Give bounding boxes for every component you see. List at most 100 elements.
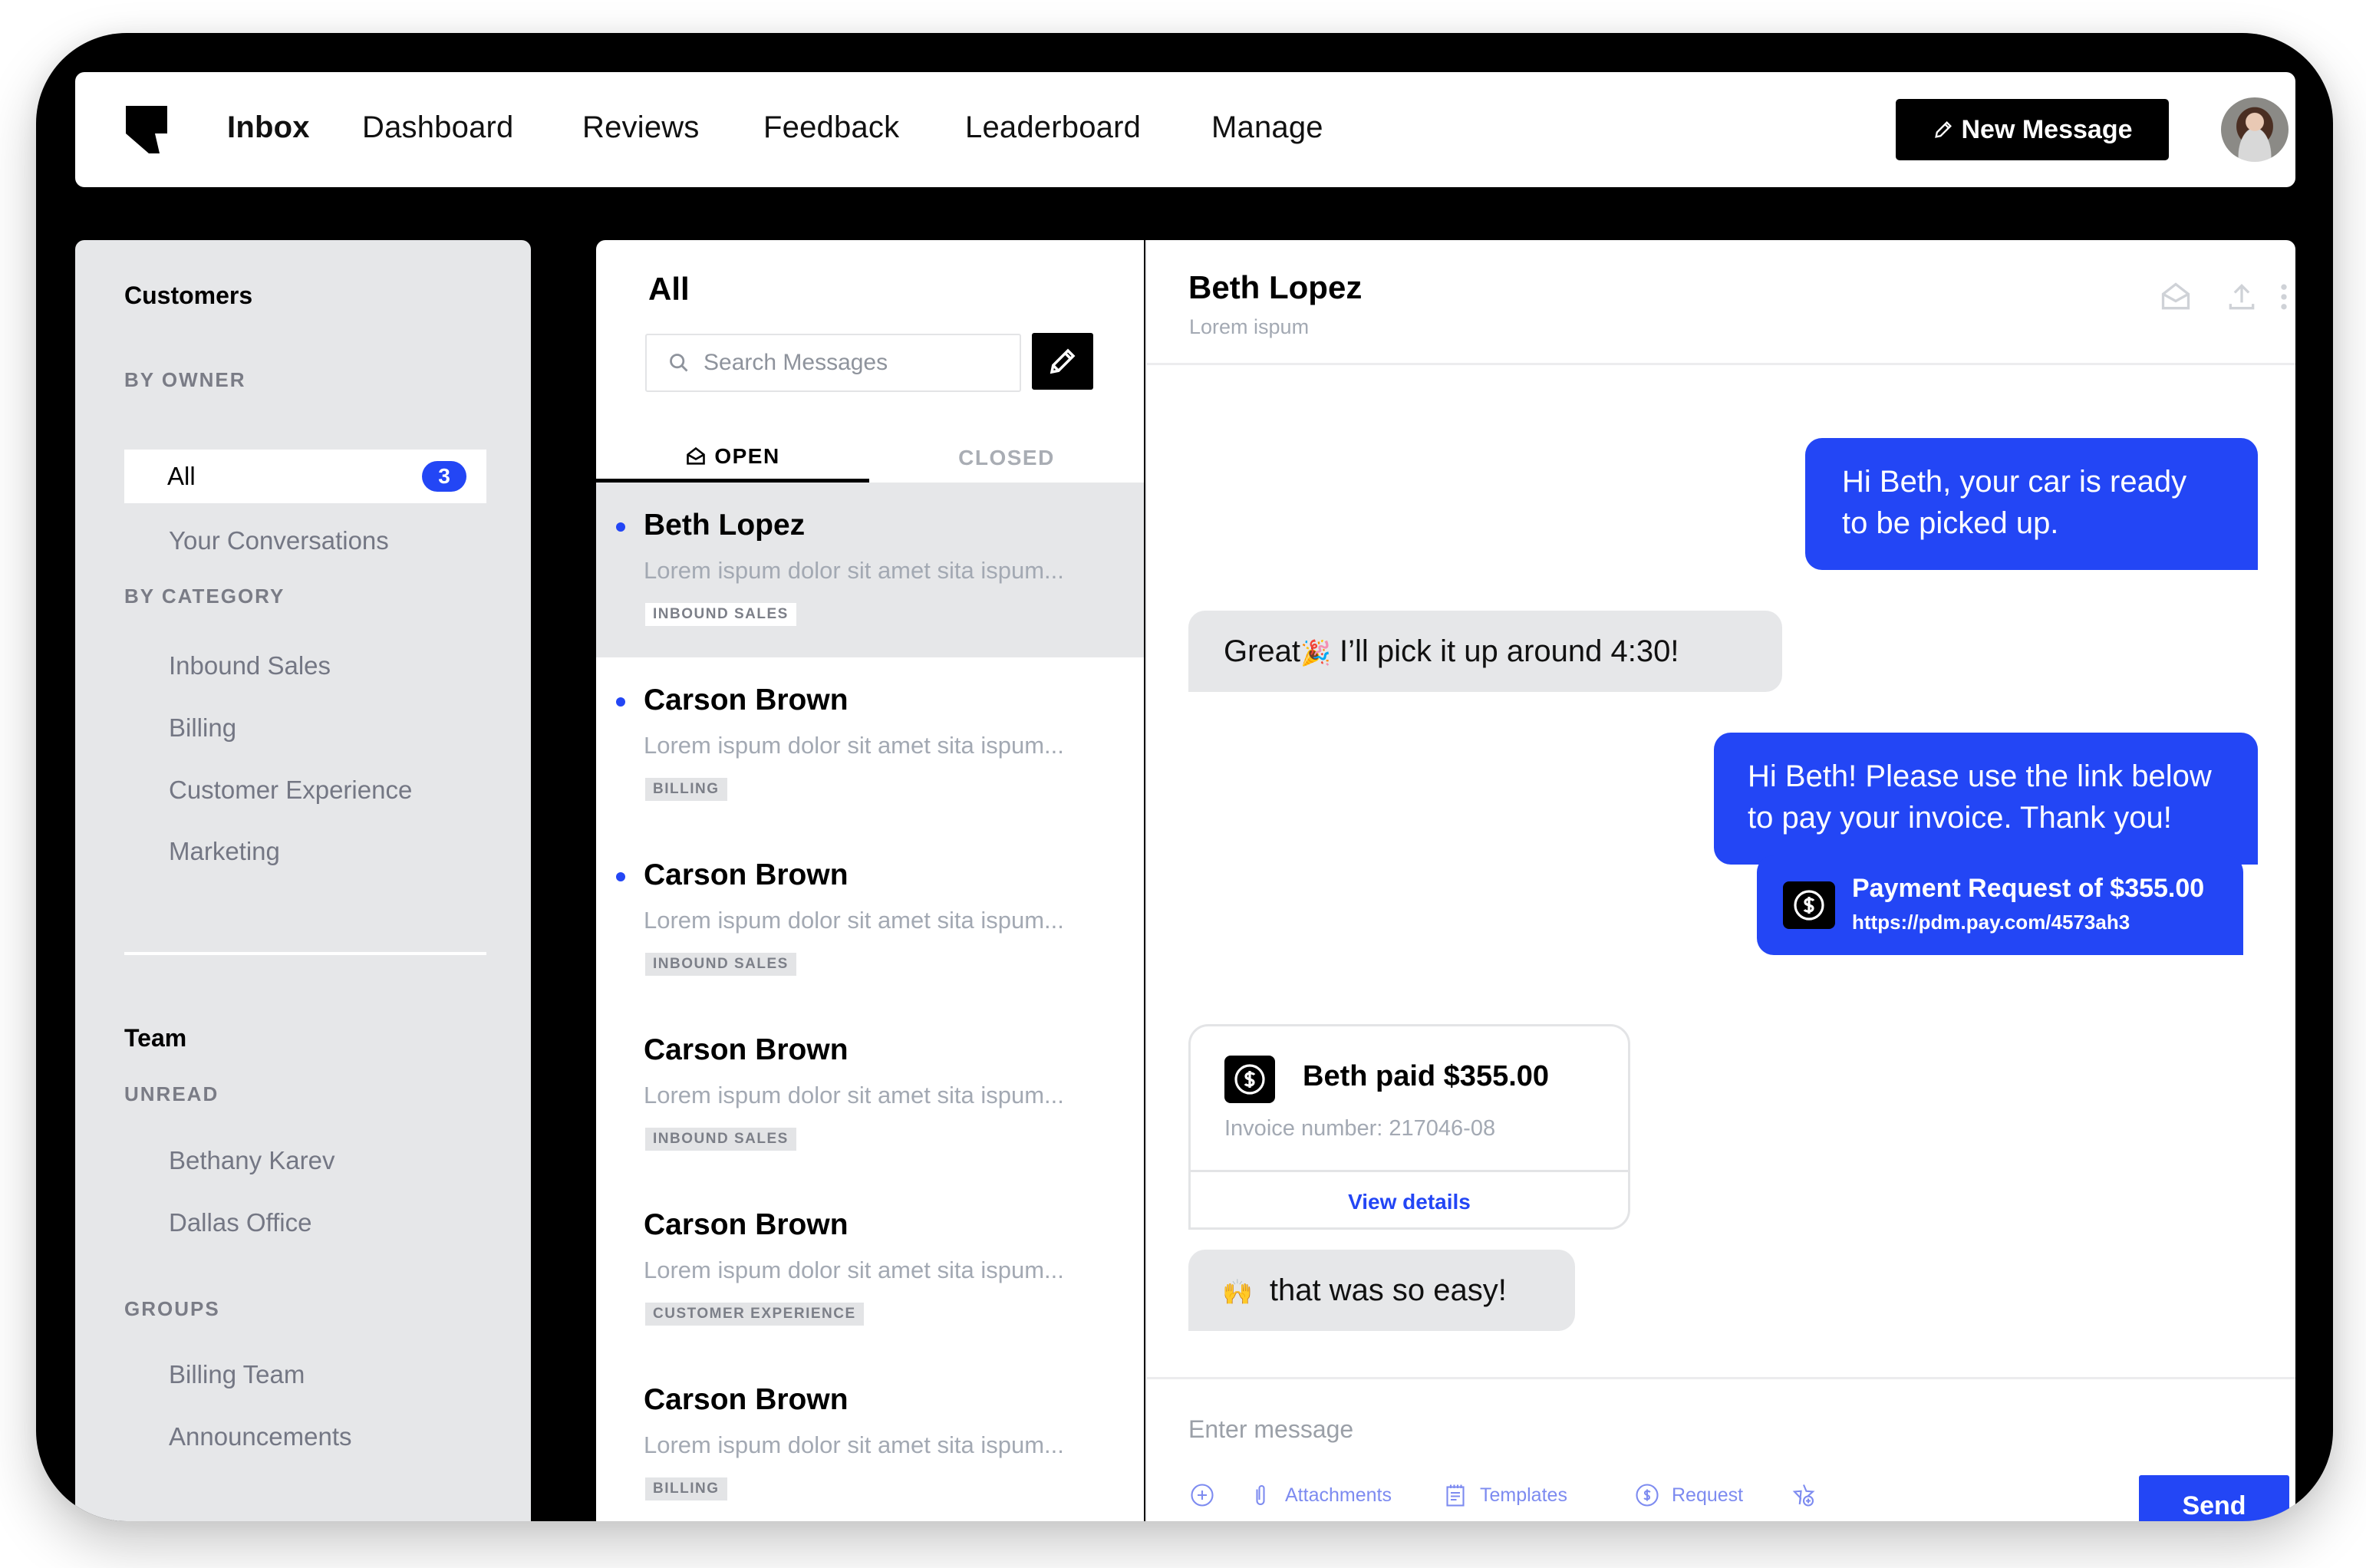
new-message-label: New Message	[1961, 114, 2133, 144]
status-tabs: OPEN CLOSED	[596, 433, 1144, 483]
customers-heading: Customers	[124, 282, 253, 309]
conversation-preview: Lorem ispum dolor sit amet sita ispum...	[644, 732, 1064, 759]
nav-inbox[interactable]: Inbox	[227, 110, 310, 145]
sidebar-item-your-conversations[interactable]: Your Conversations	[169, 526, 389, 555]
invoice-number: Invoice number: 217046-08	[1224, 1116, 1496, 1141]
unread-dot	[616, 697, 625, 707]
sidebar-item-bethany-karev[interactable]: Bethany Karev	[169, 1146, 334, 1175]
attachments-button[interactable]: Attachments	[1247, 1481, 1392, 1509]
brand-logo-icon[interactable]	[126, 106, 167, 153]
category-tag: INBOUND SALES	[645, 603, 796, 626]
payment-received-card: Beth paid $355.00 Invoice number: 217046…	[1188, 1024, 1630, 1230]
tab-open[interactable]: OPEN	[596, 433, 869, 483]
conversation-name: Carson Brown	[644, 1208, 849, 1241]
payment-request-bubble[interactable]: Payment Request of $355.00 https://pdm.p…	[1757, 855, 2243, 955]
sidebar-item-dallas-office[interactable]: Dallas Office	[169, 1208, 311, 1237]
conversation-item[interactable]: Carson Brown Lorem ispum dolor sit amet …	[596, 657, 1144, 832]
payment-request-url[interactable]: https://pdm.pay.com/4573ah3	[1852, 911, 2130, 934]
view-details-link[interactable]: View details	[1191, 1172, 1628, 1227]
message-bubble-incoming: Great🎉 I’ll pick it up around 4:30!	[1188, 611, 1782, 692]
nav-leaderboard[interactable]: Leaderboard	[965, 110, 1141, 145]
add-review-button[interactable]	[1790, 1481, 1817, 1509]
search-icon	[670, 354, 688, 372]
conversation-name: Carson Brown	[644, 858, 849, 891]
by-category-heading: BY CATEGORY	[124, 585, 285, 608]
nav-dashboard[interactable]: Dashboard	[362, 110, 513, 145]
search-input[interactable]	[704, 350, 995, 376]
request-payment-button[interactable]: Request	[1633, 1481, 1743, 1509]
sidebar: Customers BY OWNER All 3 Your Conversati…	[75, 240, 531, 1521]
raised-hands-icon: 🙌	[1222, 1277, 1253, 1306]
upload-icon[interactable]	[2225, 280, 2259, 314]
nav-feedback[interactable]: Feedback	[763, 110, 899, 145]
conversation-item[interactable]: Beth Lopez Lorem ispum dolor sit amet si…	[596, 483, 1144, 657]
template-icon	[1446, 1484, 1465, 1507]
category-tag: BILLING	[645, 778, 727, 801]
device-frame: Inbox Dashboard Reviews Feedback Leaderb…	[36, 33, 2333, 1521]
dollar-circle-icon	[1234, 1064, 1265, 1095]
conversation-preview: Lorem ispum dolor sit amet sita ispum...	[644, 1082, 1064, 1108]
conversation-name: Beth Lopez	[644, 509, 806, 542]
conversation-name: Carson Brown	[644, 1383, 849, 1416]
party-popper-icon: 🎉	[1300, 638, 1331, 667]
category-tag: CUSTOMER EXPERIENCE	[645, 1303, 864, 1326]
open-envelope-icon[interactable]	[2159, 280, 2193, 314]
attachments-label: Attachments	[1285, 1484, 1392, 1506]
more-vertical-icon[interactable]	[2267, 280, 2295, 314]
add-button[interactable]	[1188, 1481, 1216, 1509]
message-bubble-incoming: 🙌 that was so easy!	[1188, 1250, 1575, 1331]
category-tag: BILLING	[645, 1477, 727, 1500]
nav-reviews[interactable]: Reviews	[582, 110, 700, 145]
open-envelope-icon	[687, 446, 706, 465]
templates-button[interactable]: Templates	[1442, 1481, 1567, 1509]
sidebar-item-announcements[interactable]: Announcements	[169, 1422, 352, 1451]
message-line: Hi Beth! Please use the link below	[1748, 759, 2212, 793]
tab-closed-label: CLOSED	[958, 446, 1055, 469]
nav-manage[interactable]: Manage	[1211, 110, 1323, 145]
contact-subtitle: Lorem ispum	[1189, 315, 1310, 338]
list-title: All	[648, 271, 690, 307]
send-button[interactable]: Send	[2139, 1475, 2289, 1521]
contact-name: Beth Lopez	[1188, 269, 1363, 305]
conversation-item[interactable]: Carson Brown Lorem ispum dolor sit amet …	[596, 1357, 1144, 1521]
sidebar-item-inbound-sales[interactable]: Inbound Sales	[169, 651, 331, 680]
user-avatar[interactable]	[2221, 97, 2289, 162]
payment-request-title: Payment Request of $355.00	[1852, 874, 2205, 903]
message-line: to be picked up.	[1842, 506, 2059, 540]
unread-heading: UNREAD	[124, 1082, 219, 1105]
paperclip-icon	[1256, 1485, 1265, 1506]
category-tag: INBOUND SALES	[645, 953, 796, 976]
conversation-item[interactable]: Carson Brown Lorem ispum dolor sit amet …	[596, 832, 1144, 1007]
search-box[interactable]	[645, 334, 1021, 392]
message-line: to pay your invoice. Thank you!	[1748, 801, 2172, 835]
conversation-name: Carson Brown	[644, 1033, 849, 1066]
tab-closed[interactable]: CLOSED	[869, 433, 1144, 483]
message-bubble-outgoing: Hi Beth! Please use the link below to pa…	[1714, 733, 2258, 865]
sidebar-item-billing[interactable]: Billing	[169, 713, 236, 743]
payment-received-title: Beth paid $355.00	[1303, 1060, 1550, 1092]
sidebar-item-marketing[interactable]: Marketing	[169, 837, 280, 866]
unread-count-badge: 3	[422, 461, 466, 492]
sidebar-item-all[interactable]: All 3	[124, 450, 486, 503]
message-bubble-outgoing: Hi Beth, your car is ready to be picked …	[1805, 438, 2258, 570]
message-input[interactable]	[1188, 1409, 2186, 1449]
sidebar-item-label: All	[167, 462, 196, 490]
unread-dot	[616, 522, 625, 532]
pencil-icon	[1050, 348, 1076, 374]
compose-button[interactable]	[1032, 333, 1093, 390]
chat-panel: Beth Lopez Lorem ispum Hi Beth, your car…	[1145, 240, 2295, 1521]
message-text: that was so easy!	[1269, 1273, 1507, 1307]
request-label: Request	[1672, 1484, 1744, 1506]
message-text: Great	[1224, 634, 1301, 668]
sidebar-item-billing-team[interactable]: Billing Team	[169, 1360, 305, 1389]
category-tag: INBOUND SALES	[645, 1128, 796, 1151]
new-message-button[interactable]: New Message	[1896, 99, 2169, 160]
sidebar-item-customer-experience[interactable]: Customer Experience	[169, 776, 412, 805]
conversation-item[interactable]: Carson Brown Lorem ispum dolor sit amet …	[596, 1007, 1144, 1182]
payment-icon-box	[1224, 1056, 1275, 1103]
conversation-item[interactable]: Carson Brown Lorem ispum dolor sit amet …	[596, 1182, 1144, 1357]
sidebar-divider	[124, 952, 486, 955]
star-add-icon	[1792, 1484, 1815, 1507]
chat-header: Beth Lopez Lorem ispum	[1147, 240, 2295, 365]
conversation-preview: Lorem ispum dolor sit amet sita ispum...	[644, 907, 1064, 934]
